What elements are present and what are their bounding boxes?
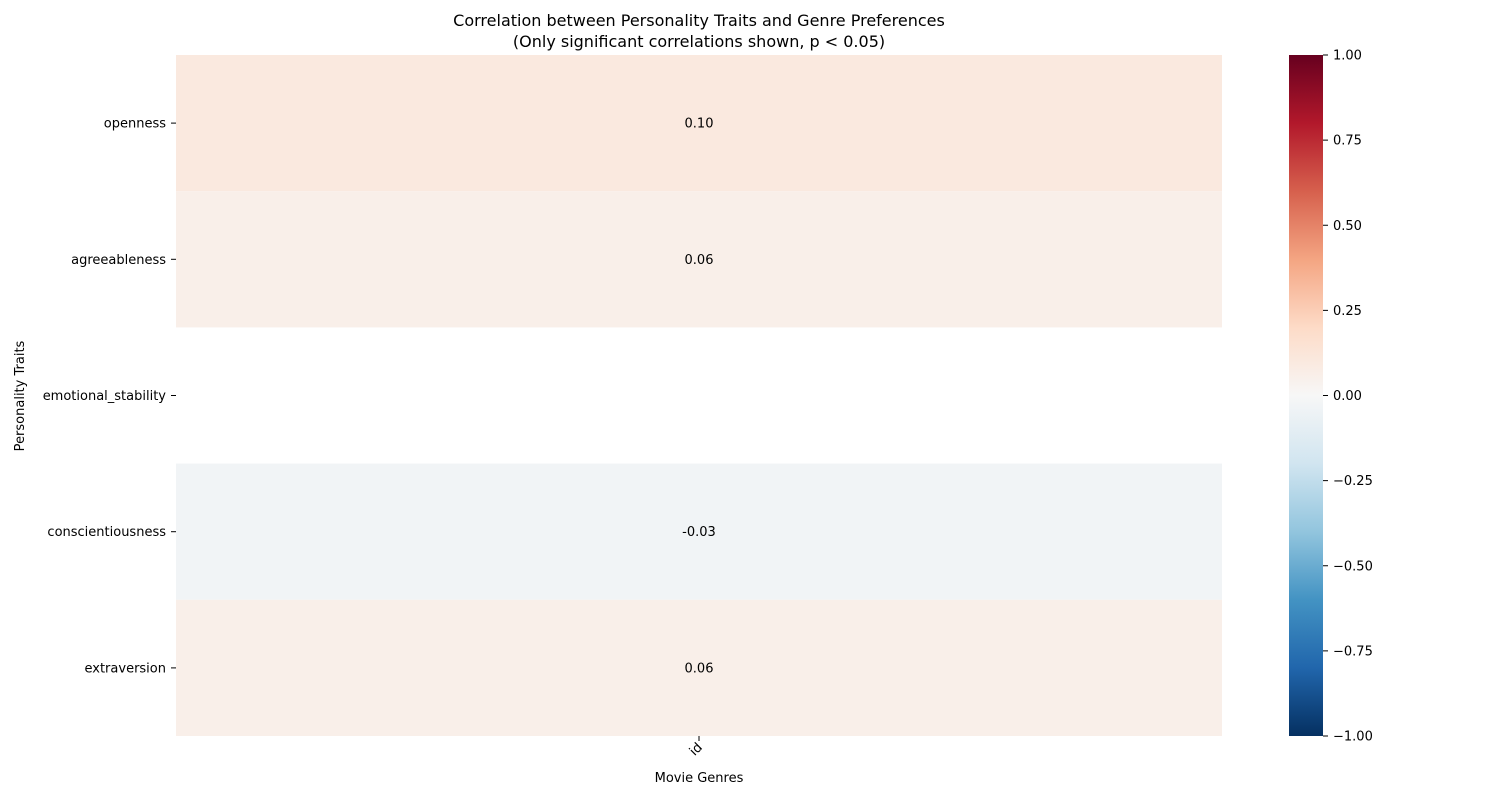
y-tick-label: extraversion (85, 661, 167, 676)
colorbar-tick-label: −1.00 (1333, 730, 1373, 745)
colorbar-tick-label: 0.50 (1333, 219, 1362, 234)
y-tick-label: emotional_stability (43, 389, 167, 404)
y-tick-label: agreeableness (71, 253, 166, 268)
chart-subtitle: (Only significant correlations shown, p … (513, 32, 885, 51)
chart-title: Correlation between Personality Traits a… (453, 11, 945, 30)
colorbar-ticks: 1.00 0.75 0.50 0.25 0.00 −0.25 −0.50 −0.75 −1.00 (1323, 49, 1373, 745)
colorbar-tick-label: 1.00 (1333, 49, 1362, 64)
cell-value-label: 0.06 (685, 253, 714, 268)
cell-value-label: 0.06 (685, 661, 714, 676)
colorbar-tick-label: 0.00 (1333, 389, 1362, 404)
x-axis-label: Movie Genres (655, 771, 744, 786)
heatmap-chart: Correlation between Personality Traits a… (0, 0, 1500, 800)
y-axis-ticks: openness agreeableness emotional_stability… (43, 117, 176, 676)
y-tick-label: openness (104, 117, 166, 132)
cell-value-label: 0.10 (685, 117, 714, 132)
colorbar (1289, 55, 1323, 736)
chart-canvas: Correlation between Personality Traits a… (13, 11, 1373, 786)
colorbar-tick-label: 0.75 (1333, 134, 1362, 149)
y-axis-label: Personality Traits (13, 340, 28, 451)
cell-value-label: -0.03 (682, 525, 716, 540)
colorbar-tick-label: −0.75 (1333, 644, 1373, 659)
x-tick-label: id (687, 740, 706, 759)
colorbar-tick-label: −0.50 (1333, 559, 1373, 574)
heatmap-cells (176, 55, 1222, 736)
colorbar-tick-label: 0.25 (1333, 304, 1362, 319)
y-tick-label: conscientiousness (47, 525, 166, 540)
colorbar-tick-label: −0.25 (1333, 474, 1373, 489)
x-axis-ticks: id (687, 736, 706, 759)
